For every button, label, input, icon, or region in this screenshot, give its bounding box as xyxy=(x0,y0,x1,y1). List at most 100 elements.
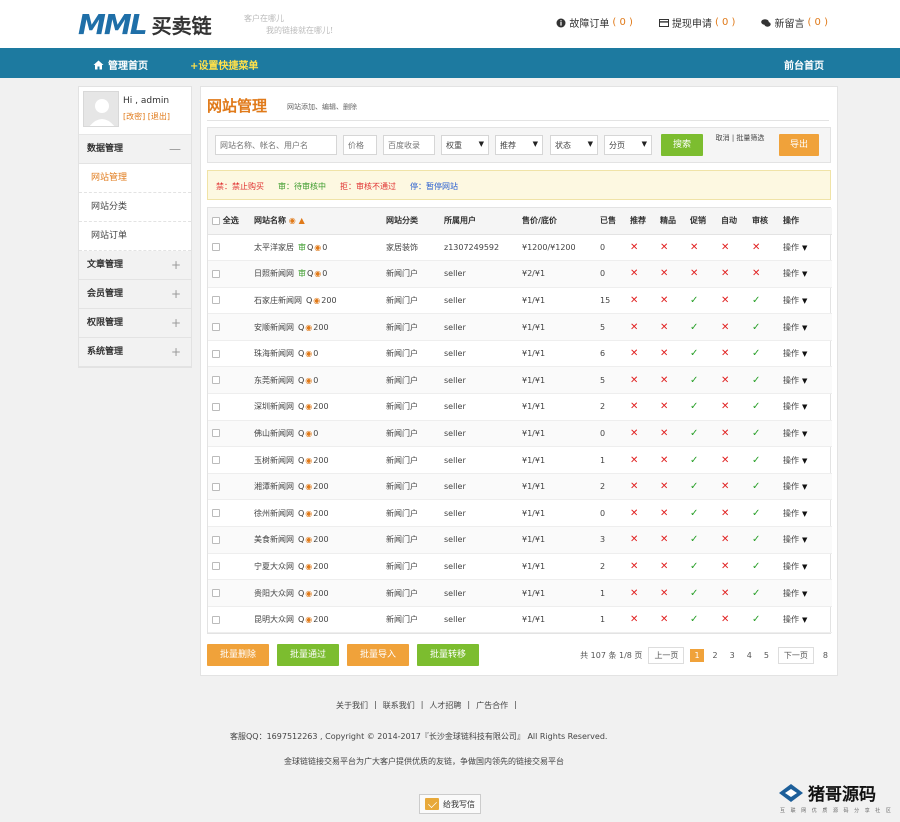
nav-front-home[interactable]: 前台首页 xyxy=(784,57,824,72)
cross-icon[interactable]: ✕ xyxy=(721,428,729,439)
site-name[interactable]: 湘潭新闻网 xyxy=(254,482,294,491)
nav-admin-home[interactable]: 管理首页 xyxy=(93,57,148,72)
footer-about-link[interactable]: 关于我们 xyxy=(336,700,368,711)
actions-cell[interactable]: 操作 ▼ xyxy=(779,393,832,421)
table-row[interactable]: 宁夏大众网 Q ◉ 200 新闻门户 seller ¥1/¥1 2 ✕ ✕ ✓ ✕ ✓ 操作 ▼ xyxy=(208,553,832,581)
row-checkbox[interactable] xyxy=(212,269,220,278)
cross-icon[interactable]: ✕ xyxy=(721,268,729,279)
sort-pr-icon[interactable]: ◉ xyxy=(289,216,296,225)
row-select-cell[interactable] xyxy=(208,553,250,581)
table-row[interactable]: 昆明大众网 Q ◉ 200 新闻门户 seller ¥1/¥1 1 ✕ ✕ ✓ ✕ ✓ 操作 ▼ xyxy=(208,606,832,634)
actions-dropdown[interactable]: 操作 ▼ xyxy=(783,429,807,438)
actions-dropdown[interactable]: 操作 ▼ xyxy=(783,589,807,598)
check-icon[interactable]: ✓ xyxy=(752,348,760,359)
premium-cell[interactable]: ✕ xyxy=(656,606,686,634)
page-1-button[interactable]: 1 xyxy=(690,649,704,662)
row-checkbox[interactable] xyxy=(212,429,220,438)
premium-cell[interactable]: ✕ xyxy=(656,234,686,262)
actions-cell[interactable]: 操作 ▼ xyxy=(779,606,832,634)
check-icon[interactable]: ✓ xyxy=(752,455,760,466)
site-logo[interactable]: MML 买卖链 xyxy=(78,8,212,41)
cross-icon[interactable]: ✕ xyxy=(690,242,698,253)
check-icon[interactable]: ✓ xyxy=(752,428,760,439)
actions-cell[interactable]: 操作 ▼ xyxy=(779,313,832,341)
premium-cell[interactable]: ✕ xyxy=(656,446,686,474)
audit-cell[interactable]: ✓ xyxy=(748,499,779,528)
cross-icon[interactable]: ✕ xyxy=(660,481,668,492)
site-name[interactable]: 玉树新闻网 xyxy=(254,456,294,465)
promo-cell[interactable]: ✓ xyxy=(686,499,717,528)
audit-cell[interactable]: ✓ xyxy=(748,340,779,368)
row-select-cell[interactable] xyxy=(208,287,250,315)
check-icon[interactable]: ✓ xyxy=(690,295,698,306)
menu-group-members[interactable]: 会员管理 + xyxy=(79,280,191,309)
premium-cell[interactable]: ✕ xyxy=(656,553,686,581)
cross-icon[interactable]: ✕ xyxy=(690,268,698,279)
auto-cell[interactable]: ✕ xyxy=(717,366,748,395)
audit-cell[interactable]: ✓ xyxy=(748,420,779,448)
actions-dropdown[interactable]: 操作 ▼ xyxy=(783,482,807,491)
menu-item-site-orders[interactable]: 网站订单 xyxy=(79,222,191,251)
recommend-cell[interactable]: ✕ xyxy=(626,234,656,262)
row-checkbox[interactable] xyxy=(212,509,220,518)
cross-icon[interactable]: ✕ xyxy=(660,455,668,466)
new-messages-link[interactable]: 新留言 ( 0 ) xyxy=(761,15,828,30)
check-icon[interactable]: ✓ xyxy=(690,534,698,545)
recommend-cell[interactable]: ✕ xyxy=(626,420,656,448)
premium-cell[interactable]: ✕ xyxy=(656,420,686,448)
cross-icon[interactable]: ✕ xyxy=(660,348,668,359)
cross-icon[interactable]: ✕ xyxy=(660,268,668,279)
promo-cell[interactable]: ✓ xyxy=(686,446,717,474)
cross-icon[interactable]: ✕ xyxy=(660,322,668,333)
cross-icon[interactable]: ✕ xyxy=(752,268,760,279)
auto-cell[interactable]: ✕ xyxy=(717,260,748,288)
page-5-button[interactable]: 5 xyxy=(761,649,772,662)
auto-cell[interactable]: ✕ xyxy=(717,420,748,448)
actions-cell[interactable]: 操作 ▼ xyxy=(779,499,832,528)
premium-cell[interactable]: ✕ xyxy=(656,313,686,341)
table-row[interactable]: 玉树新闻网 Q ◉ 200 新闻门户 seller ¥1/¥1 1 ✕ ✕ ✓ ✕ ✓ 操作 ▼ xyxy=(208,446,832,474)
check-icon[interactable]: ✓ xyxy=(690,428,698,439)
audit-cell[interactable]: ✓ xyxy=(748,366,779,395)
audit-cell[interactable]: ✓ xyxy=(748,606,779,634)
promo-cell[interactable]: ✕ xyxy=(686,234,717,262)
check-icon[interactable]: ✓ xyxy=(752,322,760,333)
site-name[interactable]: 美食新闻网 xyxy=(254,535,294,544)
actions-dropdown[interactable]: 操作 ▼ xyxy=(783,615,807,624)
prev-page-button[interactable]: 上一页 xyxy=(648,647,685,664)
recommend-select[interactable]: 推荐 ▼ xyxy=(495,135,543,155)
last-page-button[interactable]: 8 xyxy=(820,649,831,662)
search-button[interactable]: 搜索 xyxy=(661,134,703,156)
change-password-link[interactable]: [改密] xyxy=(123,112,145,121)
cross-icon[interactable]: ✕ xyxy=(630,561,638,572)
row-checkbox[interactable] xyxy=(212,323,220,332)
premium-cell[interactable]: ✕ xyxy=(656,579,686,607)
row-checkbox[interactable] xyxy=(212,349,220,358)
actions-dropdown[interactable]: 操作 ▼ xyxy=(783,456,807,465)
cross-icon[interactable]: ✕ xyxy=(630,401,638,412)
bulk-delete-button[interactable]: 批量删除 xyxy=(207,644,269,666)
cross-icon[interactable]: ✕ xyxy=(721,295,729,306)
site-name[interactable]: 宁夏大众网 xyxy=(254,562,294,571)
menu-group-system[interactable]: 系统管理 + xyxy=(79,338,191,367)
check-icon[interactable]: ✓ xyxy=(690,481,698,492)
site-name[interactable]: 太平洋家居 xyxy=(254,243,294,252)
menu-item-site-manage[interactable]: 网站管理 xyxy=(79,164,191,193)
auto-cell[interactable]: ✕ xyxy=(717,473,748,501)
promo-cell[interactable]: ✓ xyxy=(686,393,717,421)
cross-icon[interactable]: ✕ xyxy=(660,508,668,519)
nav-add-shortcut[interactable]: +设置快捷菜单 xyxy=(190,57,258,72)
row-select-cell[interactable] xyxy=(208,446,250,474)
cross-icon[interactable]: ✕ xyxy=(721,534,729,545)
actions-dropdown[interactable]: 操作 ▼ xyxy=(783,402,807,411)
weight-select[interactable]: 权重 ▼ xyxy=(441,135,489,155)
cross-icon[interactable]: ✕ xyxy=(721,348,729,359)
recommend-cell[interactable]: ✕ xyxy=(626,499,656,528)
table-row[interactable]: 佛山新闻网 Q ◉ 0 新闻门户 seller ¥1/¥1 0 ✕ ✕ ✓ ✕ ✓ 操作 ▼ xyxy=(208,420,832,448)
cross-icon[interactable]: ✕ xyxy=(630,242,638,253)
promo-cell[interactable]: ✓ xyxy=(686,287,717,315)
cross-icon[interactable]: ✕ xyxy=(630,455,638,466)
logout-link[interactable]: [退出] xyxy=(148,112,170,121)
cross-icon[interactable]: ✕ xyxy=(660,401,668,412)
check-icon[interactable]: ✓ xyxy=(752,561,760,572)
